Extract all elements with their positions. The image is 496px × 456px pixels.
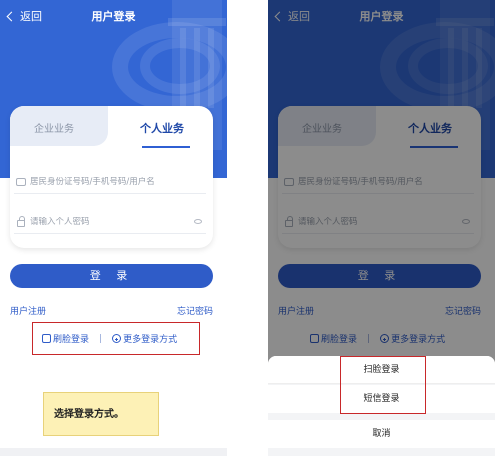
building-column bbox=[180, 28, 186, 108]
building-column bbox=[208, 28, 214, 108]
login-button[interactable]: 登 录 bbox=[10, 264, 213, 288]
login-screen: 返回 用户登录 企业业务 个人业务 登 录 用户注册 忘记密码 刷脸登录 bbox=[0, 0, 227, 456]
tutorial-stage: 返回 用户登录 企业业务 个人业务 登 录 用户注册 忘记密码 刷脸登录 bbox=[0, 0, 496, 456]
tab-active-indicator bbox=[142, 146, 190, 148]
highlight-box-alt-login bbox=[32, 322, 200, 355]
login-card: 企业业务 个人业务 bbox=[10, 106, 213, 248]
instruction-tooltip: 选择登录方式。 bbox=[43, 392, 159, 436]
top-bar: 返回 用户登录 bbox=[0, 0, 227, 32]
account-field[interactable] bbox=[14, 170, 206, 194]
password-input[interactable] bbox=[30, 216, 190, 227]
login-screen-with-sheet: 返回 用户登录 企业业务 个人业务 登 录 用户注册 忘记密码 刷脸登录 bbox=[268, 0, 495, 456]
tab-enterprise[interactable]: 企业业务 bbox=[34, 120, 74, 135]
id-card-icon bbox=[16, 177, 26, 186]
highlight-box-sheet-options bbox=[340, 356, 426, 414]
lock-icon bbox=[17, 216, 25, 227]
forgot-password-link[interactable]: 忘记密码 bbox=[177, 304, 213, 317]
register-link[interactable]: 用户注册 bbox=[10, 304, 46, 317]
eye-icon[interactable] bbox=[194, 219, 202, 224]
bottom-strip bbox=[0, 448, 227, 456]
password-field[interactable] bbox=[14, 210, 206, 234]
account-input[interactable] bbox=[30, 176, 190, 187]
page-title: 用户登录 bbox=[91, 10, 136, 23]
cancel-button[interactable]: 取消 bbox=[268, 420, 495, 448]
tab-personal[interactable]: 个人业务 bbox=[140, 120, 184, 136]
building-column bbox=[194, 28, 200, 108]
